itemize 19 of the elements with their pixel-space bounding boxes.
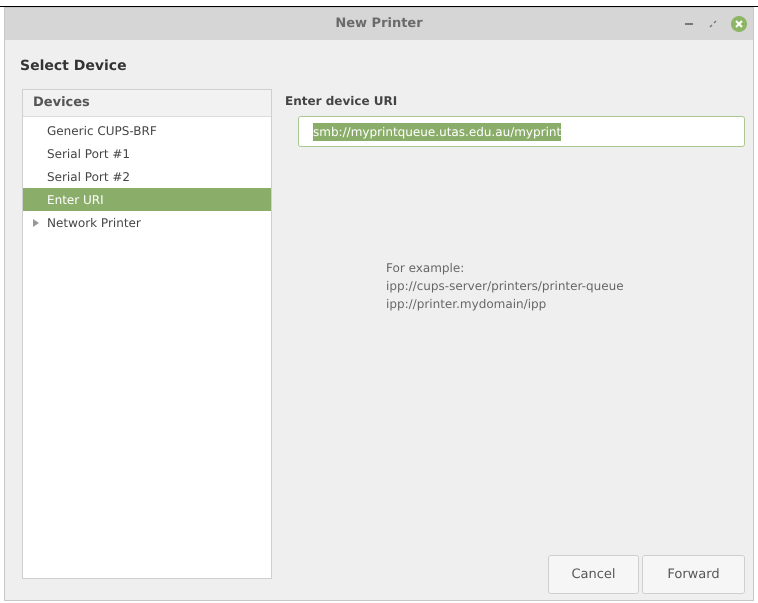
example-text: For example: — [386, 260, 466, 277]
device-item[interactable]: Generic CUPS-BRF — [23, 119, 271, 142]
column-header: Devices — [23, 90, 271, 117]
example-text: ipp://cups-server/printers/printer-queue — [386, 278, 625, 295]
window-title: New Printer — [335, 15, 423, 34]
device-item[interactable]: Serial Port #1 — [23, 142, 271, 165]
device-item[interactable]: Serial Port #2 — [23, 165, 271, 188]
field-value: smb://myprintqueue.utas.edu.au/myprint — [313, 122, 562, 140]
expander-right-icon[interactable] — [33, 218, 39, 226]
section-heading: Select Device — [19, 57, 128, 76]
item-label: Network Printer — [47, 214, 141, 232]
restore-icon[interactable] — [709, 20, 717, 28]
field-label: Enter device URI — [285, 93, 398, 110]
cancel-button[interactable]: Cancel — [548, 555, 639, 594]
minimize-icon[interactable] — [685, 22, 695, 26]
close-icon[interactable] — [731, 16, 747, 32]
example-text: ipp://printer.mydomain/ipp — [386, 296, 548, 313]
tree-row[interactable]: Network Printer — [23, 211, 271, 234]
forward-button[interactable]: Forward — [642, 555, 745, 594]
